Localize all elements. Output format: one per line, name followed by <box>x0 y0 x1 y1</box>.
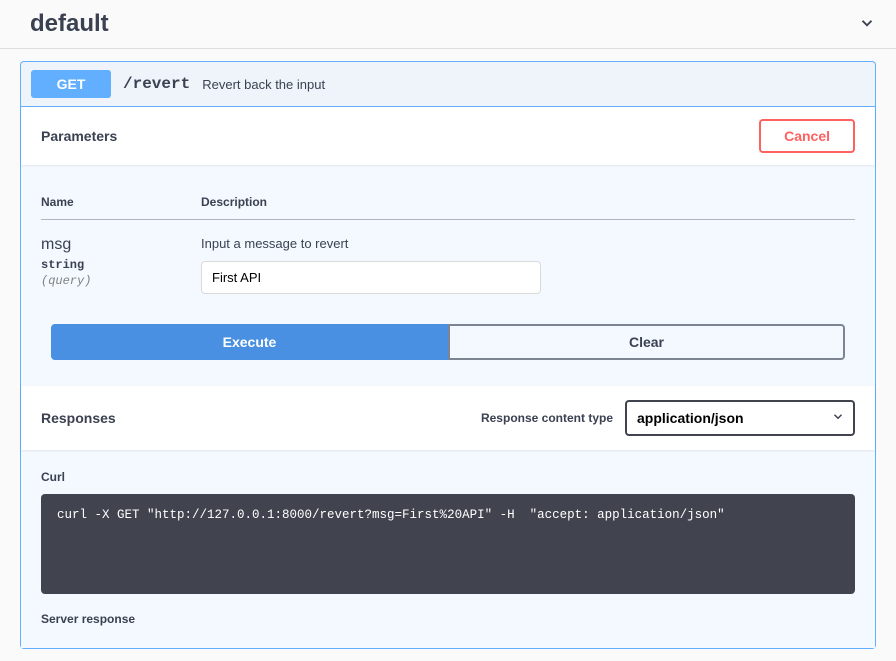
cancel-button[interactable]: Cancel <box>759 119 855 153</box>
param-type: string <box>41 254 201 272</box>
parameters-body: Name Description msg string (query) Inpu… <box>21 165 875 386</box>
col-name: Name <box>41 185 201 220</box>
col-description: Description <box>201 185 855 220</box>
param-in: (query) <box>41 272 201 288</box>
content-type-label: Response content type <box>481 411 613 425</box>
param-value-input[interactable] <box>201 261 541 294</box>
content-type-select[interactable]: application/json <box>625 400 855 436</box>
tag-name: default <box>30 10 109 38</box>
operation-path: /revert <box>123 75 190 93</box>
operation-body: Parameters Cancel Name Description msg s… <box>21 106 875 648</box>
tag-header[interactable]: default <box>0 0 896 49</box>
parameters-title: Parameters <box>41 128 117 144</box>
curl-title: Curl <box>41 470 855 484</box>
content-type-wrap: Response content type application/json <box>481 400 855 436</box>
table-row: msg string (query) Input a message to re… <box>41 220 855 305</box>
responses-body: Curl curl -X GET "http://127.0.0.1:8000/… <box>21 450 875 648</box>
action-row: Execute Clear <box>41 304 855 366</box>
operation-description: Revert back the input <box>202 77 325 92</box>
server-response-title: Server response <box>41 612 855 626</box>
parameters-header: Parameters Cancel <box>21 107 875 165</box>
param-description: Input a message to revert <box>201 236 855 251</box>
responses-title: Responses <box>41 410 116 426</box>
http-method-badge: GET <box>31 70 111 98</box>
chevron-down-icon <box>858 14 876 35</box>
operation-summary[interactable]: GET /revert Revert back the input <box>21 62 875 106</box>
responses-header: Responses Response content type applicat… <box>21 386 875 450</box>
parameters-table: Name Description msg string (query) Inpu… <box>41 185 855 304</box>
curl-command: curl -X GET "http://127.0.0.1:8000/rever… <box>41 494 855 594</box>
clear-button[interactable]: Clear <box>448 324 845 360</box>
param-name: msg <box>41 236 201 254</box>
execute-button[interactable]: Execute <box>51 324 448 360</box>
operation-block: GET /revert Revert back the input Parame… <box>20 61 876 649</box>
